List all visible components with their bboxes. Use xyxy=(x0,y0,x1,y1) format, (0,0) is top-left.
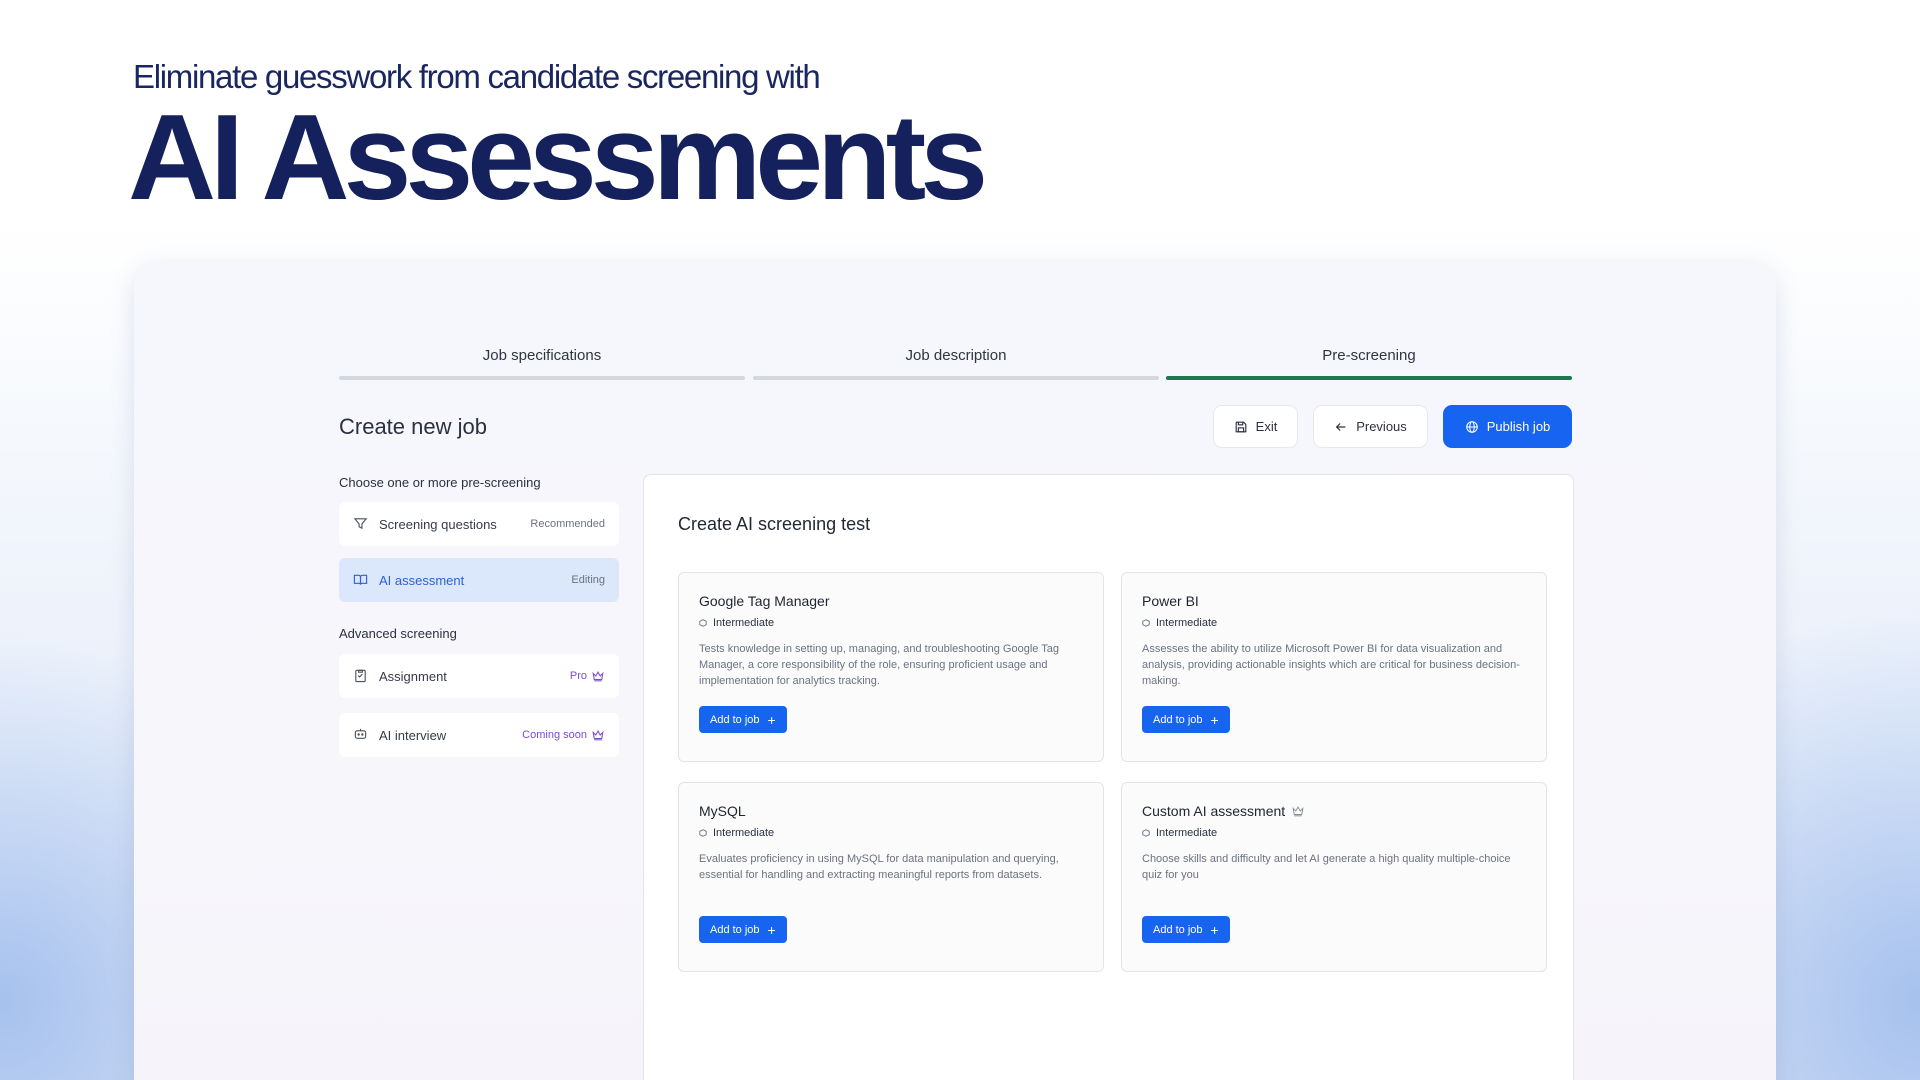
card-description: Choose skills and difficulty and let AI … xyxy=(1142,853,1511,881)
coming-soon-badge: Coming soon xyxy=(522,728,605,742)
assessment-card-mysql: MySQL Intermediate Evaluates proficiency… xyxy=(678,782,1104,972)
exit-label: Exit xyxy=(1255,419,1278,434)
globe-icon xyxy=(1465,420,1479,434)
exit-button[interactable]: Exit xyxy=(1213,405,1298,448)
level-icon xyxy=(1142,829,1150,837)
page-title: Create new job xyxy=(339,414,487,439)
card-title: Google Tag Manager xyxy=(699,593,830,609)
sidebar-item-screening-questions[interactable]: Screening questions Recommended xyxy=(339,502,619,546)
hero-title: AI Assessments xyxy=(128,89,988,225)
step-progress-bar xyxy=(753,376,1159,380)
previous-button[interactable]: Previous xyxy=(1313,405,1428,448)
book-icon xyxy=(353,572,369,588)
arrow-left-icon xyxy=(1334,420,1348,434)
plus-icon: + xyxy=(767,711,776,728)
plus-icon: + xyxy=(1210,711,1219,728)
coming-soon-label: Coming soon xyxy=(522,729,587,741)
card-description: Evaluates proficiency in using MySQL for… xyxy=(699,853,1059,881)
level-label: Intermediate xyxy=(1156,827,1218,839)
level-icon xyxy=(1142,619,1150,627)
level-icon xyxy=(699,619,707,627)
step-pre-screening[interactable]: Pre-screening xyxy=(1166,346,1572,380)
step-job-specifications[interactable]: Job specifications xyxy=(339,346,745,380)
plus-icon: + xyxy=(767,921,776,938)
add-to-job-label: Add to job xyxy=(1153,923,1203,936)
level-indicator: Intermediate xyxy=(1142,617,1217,629)
card-description: Assesses the ability to utilize Microsof… xyxy=(1142,643,1520,687)
sidebar-item-ai-interview[interactable]: AI interview Coming soon xyxy=(339,713,619,757)
sidebar-item-assignment[interactable]: Assignment Pro xyxy=(339,654,619,698)
sidebar-item-label: Screening questions xyxy=(379,516,497,532)
add-to-job-label: Add to job xyxy=(710,923,760,936)
plus-icon: + xyxy=(1210,921,1219,938)
pro-badge: Pro xyxy=(570,669,605,683)
step-job-description[interactable]: Job description xyxy=(753,346,1159,380)
advanced-screening-heading: Advanced screening xyxy=(339,626,457,641)
crown-icon xyxy=(1292,806,1304,817)
level-indicator: Intermediate xyxy=(699,617,774,629)
crown-icon xyxy=(592,729,604,741)
step-progress-bar xyxy=(339,376,745,380)
panel-title: Create AI screening test xyxy=(678,514,871,534)
assessment-card-google-tag-manager: Google Tag Manager Intermediate Tests kn… xyxy=(678,572,1104,762)
add-to-job-button[interactable]: Add to job + xyxy=(1142,916,1230,943)
add-to-job-button[interactable]: Add to job + xyxy=(699,916,787,943)
step-label: Pre-screening xyxy=(1322,347,1416,364)
sidebar-item-label: Assignment xyxy=(379,668,447,684)
assessment-card-power-bi: Power BI Intermediate Assesses the abili… xyxy=(1121,572,1547,762)
level-label: Intermediate xyxy=(713,827,775,839)
prescreening-heading: Choose one or more pre-screening xyxy=(339,475,541,490)
add-to-job-button[interactable]: Add to job + xyxy=(1142,706,1230,733)
add-to-job-button[interactable]: Add to job + xyxy=(699,706,787,733)
level-icon xyxy=(699,829,707,837)
publish-label: Publish job xyxy=(1486,419,1551,434)
sidebar-item-label: AI assessment xyxy=(379,572,465,588)
card-title: Power BI xyxy=(1142,593,1199,609)
crown-icon xyxy=(592,670,604,682)
ai-screening-panel xyxy=(643,474,1574,1080)
editing-badge: Editing xyxy=(571,574,605,586)
sidebar-item-label: AI interview xyxy=(379,727,447,743)
recommended-badge: Recommended xyxy=(530,518,605,530)
step-label: Job description xyxy=(905,347,1007,364)
card-title-row: Custom AI assessment xyxy=(1142,803,1305,819)
card-title: Custom AI assessment xyxy=(1142,803,1286,819)
publish-job-button[interactable]: Publish job xyxy=(1443,405,1572,448)
clipboard-icon xyxy=(353,668,369,684)
level-indicator: Intermediate xyxy=(699,827,774,839)
assessment-card-custom-ai: Custom AI assessment Intermediate Choose… xyxy=(1121,782,1547,972)
step-label: Job specifications xyxy=(482,347,602,364)
level-label: Intermediate xyxy=(713,617,775,629)
save-icon xyxy=(1234,420,1248,434)
step-progress-bar xyxy=(1166,376,1572,380)
card-description: Tests knowledge in setting up, managing,… xyxy=(699,643,1059,687)
add-to-job-label: Add to job xyxy=(1153,713,1203,726)
filter-icon xyxy=(353,516,369,532)
level-label: Intermediate xyxy=(1156,617,1218,629)
card-title: MySQL xyxy=(699,803,746,819)
sidebar-item-ai-assessment[interactable]: AI assessment Editing xyxy=(339,558,619,602)
add-to-job-label: Add to job xyxy=(710,713,760,726)
previous-label: Previous xyxy=(1356,419,1407,434)
chat-bot-icon xyxy=(353,727,369,743)
level-indicator: Intermediate xyxy=(1142,827,1217,839)
pro-label: Pro xyxy=(569,670,587,682)
